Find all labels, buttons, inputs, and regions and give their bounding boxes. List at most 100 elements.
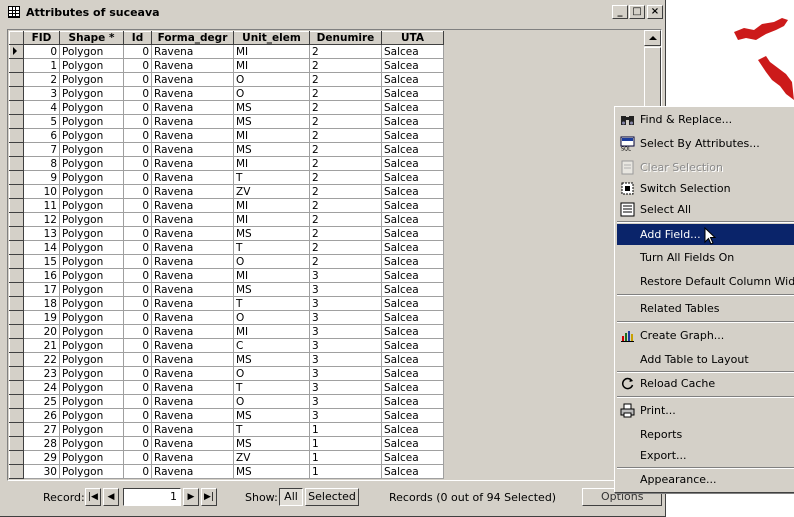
cell-shape[interactable]: Polygon xyxy=(59,408,124,423)
cell-uta[interactable]: Salcea xyxy=(381,100,444,115)
cell-uta[interactable]: Salcea xyxy=(381,422,444,437)
cell-uta[interactable]: Salcea xyxy=(381,156,444,171)
row-selector[interactable] xyxy=(9,296,24,311)
cell-uta[interactable]: Salcea xyxy=(381,114,444,129)
cell-denumire[interactable]: 3 xyxy=(309,268,382,283)
cell-id[interactable]: 0 xyxy=(123,282,152,297)
cell-id[interactable]: 0 xyxy=(123,86,152,101)
cell-forma-degr[interactable]: Ravena xyxy=(151,128,234,143)
show-selected-button[interactable]: Selected xyxy=(305,488,359,506)
cell-forma-degr[interactable]: Ravena xyxy=(151,212,234,227)
cell-forma-degr[interactable]: Ravena xyxy=(151,324,234,339)
cell-denumire[interactable]: 3 xyxy=(309,352,382,367)
cell-fid[interactable]: 12 xyxy=(23,212,60,227)
cell-id[interactable]: 0 xyxy=(123,72,152,87)
cell-shape[interactable]: Polygon xyxy=(59,324,124,339)
cell-fid[interactable]: 4 xyxy=(23,100,60,115)
table-row[interactable]: 7 Polygon 0 Ravena MS 2 Salcea xyxy=(9,142,444,157)
cell-fid[interactable]: 23 xyxy=(23,366,60,381)
table-row[interactable]: 18 Polygon 0 Ravena T 3 Salcea xyxy=(9,296,444,311)
cell-uta[interactable]: Salcea xyxy=(381,240,444,255)
cell-denumire[interactable]: 2 xyxy=(309,254,382,269)
menu-item-clear-selection[interactable]: Clear Selection xyxy=(617,157,794,178)
cell-fid[interactable]: 1 xyxy=(23,58,60,73)
minimize-button[interactable]: _ xyxy=(612,5,628,19)
row-selector[interactable] xyxy=(9,380,24,395)
cell-uta[interactable]: Salcea xyxy=(381,86,444,101)
cell-shape[interactable]: Polygon xyxy=(59,100,124,115)
cell-shape[interactable]: Polygon xyxy=(59,212,124,227)
cell-denumire[interactable]: 2 xyxy=(309,170,382,185)
cell-uta[interactable]: Salcea xyxy=(381,142,444,157)
cell-forma-degr[interactable]: Ravena xyxy=(151,114,234,129)
cell-fid[interactable]: 3 xyxy=(23,86,60,101)
row-selector[interactable] xyxy=(9,58,24,73)
cell-fid[interactable]: 10 xyxy=(23,184,60,199)
cell-forma-degr[interactable]: Ravena xyxy=(151,58,234,73)
previous-record-button[interactable]: ◀ xyxy=(103,488,119,506)
cell-unit-elem[interactable]: MI xyxy=(233,128,310,143)
row-selector[interactable] xyxy=(9,170,24,185)
table-row[interactable]: 3 Polygon 0 Ravena O 2 Salcea xyxy=(9,86,444,101)
cell-unit-elem[interactable]: ZV xyxy=(233,450,310,465)
cell-fid[interactable]: 27 xyxy=(23,422,60,437)
cell-shape[interactable]: Polygon xyxy=(59,366,124,381)
maximize-button[interactable]: □ xyxy=(629,5,645,19)
row-selector[interactable] xyxy=(9,310,24,325)
cell-uta[interactable]: Salcea xyxy=(381,184,444,199)
table-row[interactable]: 26 Polygon 0 Ravena MS 3 Salcea xyxy=(9,408,444,423)
cell-forma-degr[interactable]: Ravena xyxy=(151,380,234,395)
cell-unit-elem[interactable]: MI xyxy=(233,212,310,227)
column-header-uta[interactable]: UTA xyxy=(381,31,444,45)
column-header-shape[interactable]: Shape * xyxy=(59,31,124,45)
cell-denumire[interactable]: 1 xyxy=(309,436,382,451)
cell-forma-degr[interactable]: Ravena xyxy=(151,170,234,185)
cell-id[interactable]: 0 xyxy=(123,44,152,59)
cell-unit-elem[interactable]: MS xyxy=(233,408,310,423)
table-row[interactable]: 24 Polygon 0 Ravena T 3 Salcea xyxy=(9,380,444,395)
cell-shape[interactable]: Polygon xyxy=(59,310,124,325)
cell-fid[interactable]: 21 xyxy=(23,338,60,353)
cell-unit-elem[interactable]: MS xyxy=(233,142,310,157)
cell-id[interactable]: 0 xyxy=(123,128,152,143)
cell-unit-elem[interactable]: MS xyxy=(233,100,310,115)
cell-denumire[interactable]: 1 xyxy=(309,450,382,465)
cell-shape[interactable]: Polygon xyxy=(59,380,124,395)
row-selector[interactable] xyxy=(9,436,24,451)
menu-item-select-by-attributes[interactable]: SQL Select By Attributes... xyxy=(617,133,794,154)
last-record-button[interactable]: ▶| xyxy=(201,488,217,506)
cell-shape[interactable]: Polygon xyxy=(59,464,124,479)
cell-shape[interactable]: Polygon xyxy=(59,422,124,437)
menu-item-export[interactable]: Export... xyxy=(617,445,794,466)
cell-shape[interactable]: Polygon xyxy=(59,268,124,283)
cell-denumire[interactable]: 3 xyxy=(309,324,382,339)
cell-uta[interactable]: Salcea xyxy=(381,394,444,409)
cell-shape[interactable]: Polygon xyxy=(59,394,124,409)
table-row[interactable]: 25 Polygon 0 Ravena O 3 Salcea xyxy=(9,394,444,409)
cell-unit-elem[interactable]: T xyxy=(233,380,310,395)
cell-uta[interactable]: Salcea xyxy=(381,464,444,479)
next-record-button[interactable]: ▶ xyxy=(183,488,199,506)
cell-shape[interactable]: Polygon xyxy=(59,226,124,241)
cell-fid[interactable]: 11 xyxy=(23,198,60,213)
cell-denumire[interactable]: 3 xyxy=(309,380,382,395)
cell-denumire[interactable]: 3 xyxy=(309,338,382,353)
row-selector[interactable] xyxy=(9,184,24,199)
cell-forma-degr[interactable]: Ravena xyxy=(151,352,234,367)
cell-shape[interactable]: Polygon xyxy=(59,86,124,101)
cell-forma-degr[interactable]: Ravena xyxy=(151,100,234,115)
cell-uta[interactable]: Salcea xyxy=(381,324,444,339)
row-selector[interactable] xyxy=(9,156,24,171)
cell-fid[interactable]: 7 xyxy=(23,142,60,157)
table-row[interactable]: 13 Polygon 0 Ravena MS 2 Salcea xyxy=(9,226,444,241)
table-row[interactable]: 14 Polygon 0 Ravena T 2 Salcea xyxy=(9,240,444,255)
column-header-forma-degr[interactable]: Forma_degr xyxy=(151,31,234,45)
cell-unit-elem[interactable]: MS xyxy=(233,464,310,479)
cell-fid[interactable]: 16 xyxy=(23,268,60,283)
cell-uta[interactable]: Salcea xyxy=(381,268,444,283)
cell-uta[interactable]: Salcea xyxy=(381,254,444,269)
cell-unit-elem[interactable]: O xyxy=(233,366,310,381)
cell-denumire[interactable]: 2 xyxy=(309,86,382,101)
cell-id[interactable]: 0 xyxy=(123,156,152,171)
cell-unit-elem[interactable]: MI xyxy=(233,268,310,283)
